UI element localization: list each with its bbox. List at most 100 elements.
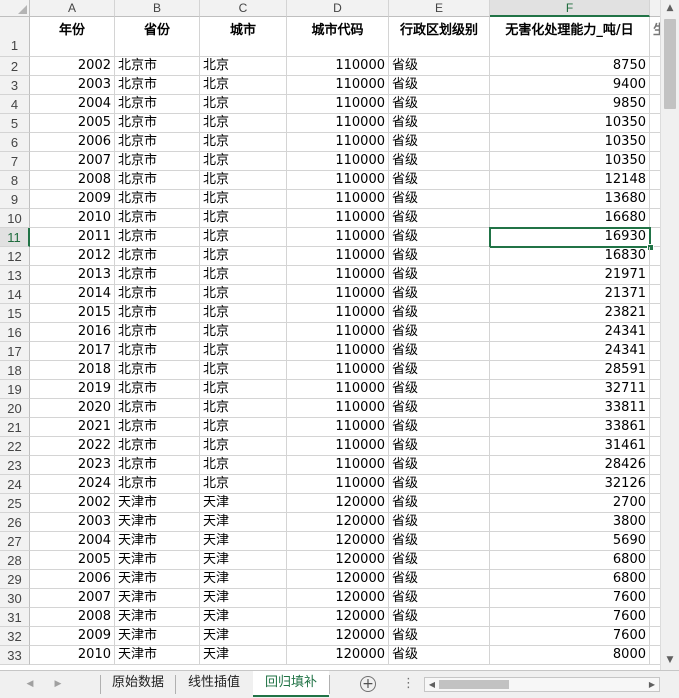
select-all-corner[interactable] xyxy=(0,0,30,17)
spreadsheet-grid[interactable]: ABCDEF1年份省份城市城市代码行政区划级别无害化处理能力_吨/日生22002… xyxy=(0,0,660,670)
table-cell[interactable]: 2020 xyxy=(30,399,115,418)
table-cell[interactable]: 7600 xyxy=(490,608,650,627)
table-cell[interactable]: 2008 xyxy=(30,171,115,190)
table-cell-empty[interactable] xyxy=(650,532,660,551)
table-cell[interactable]: 8750 xyxy=(490,57,650,76)
table-cell[interactable]: 省级 xyxy=(389,76,490,95)
tab-regression-fill[interactable]: 回归填补 xyxy=(253,671,329,697)
table-cell[interactable]: 110000 xyxy=(287,304,389,323)
table-cell[interactable]: 天津 xyxy=(200,551,287,570)
row-header-1[interactable]: 1 xyxy=(0,17,30,57)
plus-circle-icon[interactable]: + xyxy=(360,676,376,692)
table-cell[interactable]: 110000 xyxy=(287,266,389,285)
row-header-6[interactable]: 6 xyxy=(0,133,30,152)
table-cell[interactable]: 省级 xyxy=(389,323,490,342)
table-cell[interactable]: 北京 xyxy=(200,57,287,76)
table-cell[interactable]: 北京 xyxy=(200,342,287,361)
tab-original-data[interactable]: 原始数据 xyxy=(101,671,175,697)
table-cell[interactable]: 110000 xyxy=(287,247,389,266)
table-cell[interactable]: 2017 xyxy=(30,342,115,361)
table-cell[interactable]: 2007 xyxy=(30,152,115,171)
table-cell-empty[interactable] xyxy=(650,399,660,418)
table-cell[interactable]: 2008 xyxy=(30,608,115,627)
table-cell[interactable]: 2700 xyxy=(490,494,650,513)
table-cell[interactable]: 110000 xyxy=(287,437,389,456)
row-header-32[interactable]: 32 xyxy=(0,627,30,646)
table-cell[interactable]: 天津市 xyxy=(115,646,200,665)
table-cell[interactable]: 21371 xyxy=(490,285,650,304)
table-cell-empty[interactable] xyxy=(650,323,660,342)
table-cell[interactable]: 24341 xyxy=(490,323,650,342)
table-cell[interactable]: 省级 xyxy=(389,646,490,665)
table-cell[interactable]: 省级 xyxy=(389,570,490,589)
table-cell[interactable]: 16830 xyxy=(490,247,650,266)
table-cell-empty[interactable] xyxy=(650,285,660,304)
table-cell[interactable]: 110000 xyxy=(287,57,389,76)
table-cell[interactable]: 12148 xyxy=(490,171,650,190)
table-cell[interactable]: 天津市 xyxy=(115,494,200,513)
column-header-g[interactable] xyxy=(650,0,660,17)
row-header-30[interactable]: 30 xyxy=(0,589,30,608)
row-header-23[interactable]: 23 xyxy=(0,456,30,475)
triangle-left-icon[interactable]: ◀ xyxy=(22,677,38,691)
table-cell-empty[interactable] xyxy=(650,247,660,266)
triangle-right-icon[interactable]: ▶ xyxy=(50,677,66,691)
horizontal-scrollbar[interactable]: ◀ ▶ xyxy=(424,677,660,692)
table-cell[interactable]: 2019 xyxy=(30,380,115,399)
table-cell-empty[interactable] xyxy=(650,475,660,494)
table-cell[interactable]: 北京 xyxy=(200,361,287,380)
table-cell[interactable]: 北京市 xyxy=(115,228,200,247)
table-cell[interactable]: 省级 xyxy=(389,589,490,608)
table-cell[interactable]: 33811 xyxy=(490,399,650,418)
row-header-22[interactable]: 22 xyxy=(0,437,30,456)
table-cell[interactable]: 32711 xyxy=(490,380,650,399)
table-cell[interactable]: 2009 xyxy=(30,190,115,209)
table-cell[interactable]: 天津 xyxy=(200,532,287,551)
table-cell[interactable]: 省级 xyxy=(389,190,490,209)
table-cell[interactable]: 120000 xyxy=(287,494,389,513)
table-cell[interactable]: 110000 xyxy=(287,171,389,190)
table-cell[interactable]: 28426 xyxy=(490,456,650,475)
table-cell[interactable]: 16930 xyxy=(490,228,650,247)
table-cell[interactable]: 2016 xyxy=(30,323,115,342)
table-cell[interactable]: 北京市 xyxy=(115,361,200,380)
table-cell[interactable]: 北京 xyxy=(200,114,287,133)
table-cell[interactable]: 110000 xyxy=(287,323,389,342)
table-cell[interactable]: 2006 xyxy=(30,570,115,589)
table-cell[interactable]: 110000 xyxy=(287,133,389,152)
table-cell[interactable]: 110000 xyxy=(287,361,389,380)
table-cell[interactable]: 7600 xyxy=(490,627,650,646)
table-cell[interactable]: 省级 xyxy=(389,247,490,266)
table-cell-empty[interactable] xyxy=(650,114,660,133)
table-cell-empty[interactable] xyxy=(650,57,660,76)
table-cell[interactable]: 北京 xyxy=(200,285,287,304)
table-cell[interactable]: 2010 xyxy=(30,209,115,228)
horizontal-scroll-thumb[interactable] xyxy=(439,680,509,689)
table-cell[interactable]: 2024 xyxy=(30,475,115,494)
row-header-17[interactable]: 17 xyxy=(0,342,30,361)
row-header-15[interactable]: 15 xyxy=(0,304,30,323)
table-cell[interactable]: 省级 xyxy=(389,266,490,285)
table-cell[interactable]: 北京 xyxy=(200,399,287,418)
table-cell[interactable]: 北京 xyxy=(200,76,287,95)
table-cell[interactable]: 北京市 xyxy=(115,456,200,475)
table-cell[interactable]: 北京 xyxy=(200,133,287,152)
table-cell[interactable]: 北京市 xyxy=(115,57,200,76)
table-cell[interactable]: 110000 xyxy=(287,475,389,494)
table-cell[interactable]: 2023 xyxy=(30,456,115,475)
table-cell-empty[interactable] xyxy=(650,304,660,323)
table-cell[interactable]: 23821 xyxy=(490,304,650,323)
table-cell-empty[interactable] xyxy=(650,646,660,665)
table-cell[interactable]: 北京市 xyxy=(115,190,200,209)
table-cell[interactable]: 省级 xyxy=(389,437,490,456)
table-cell[interactable]: 天津 xyxy=(200,513,287,532)
row-header-4[interactable]: 4 xyxy=(0,95,30,114)
row-header-2[interactable]: 2 xyxy=(0,57,30,76)
row-header-21[interactable]: 21 xyxy=(0,418,30,437)
table-cell[interactable]: 北京市 xyxy=(115,342,200,361)
table-cell[interactable]: 110000 xyxy=(287,190,389,209)
table-cell[interactable]: 省级 xyxy=(389,418,490,437)
table-cell[interactable]: 8000 xyxy=(490,646,650,665)
table-cell[interactable]: 北京 xyxy=(200,380,287,399)
table-cell[interactable]: 天津市 xyxy=(115,589,200,608)
